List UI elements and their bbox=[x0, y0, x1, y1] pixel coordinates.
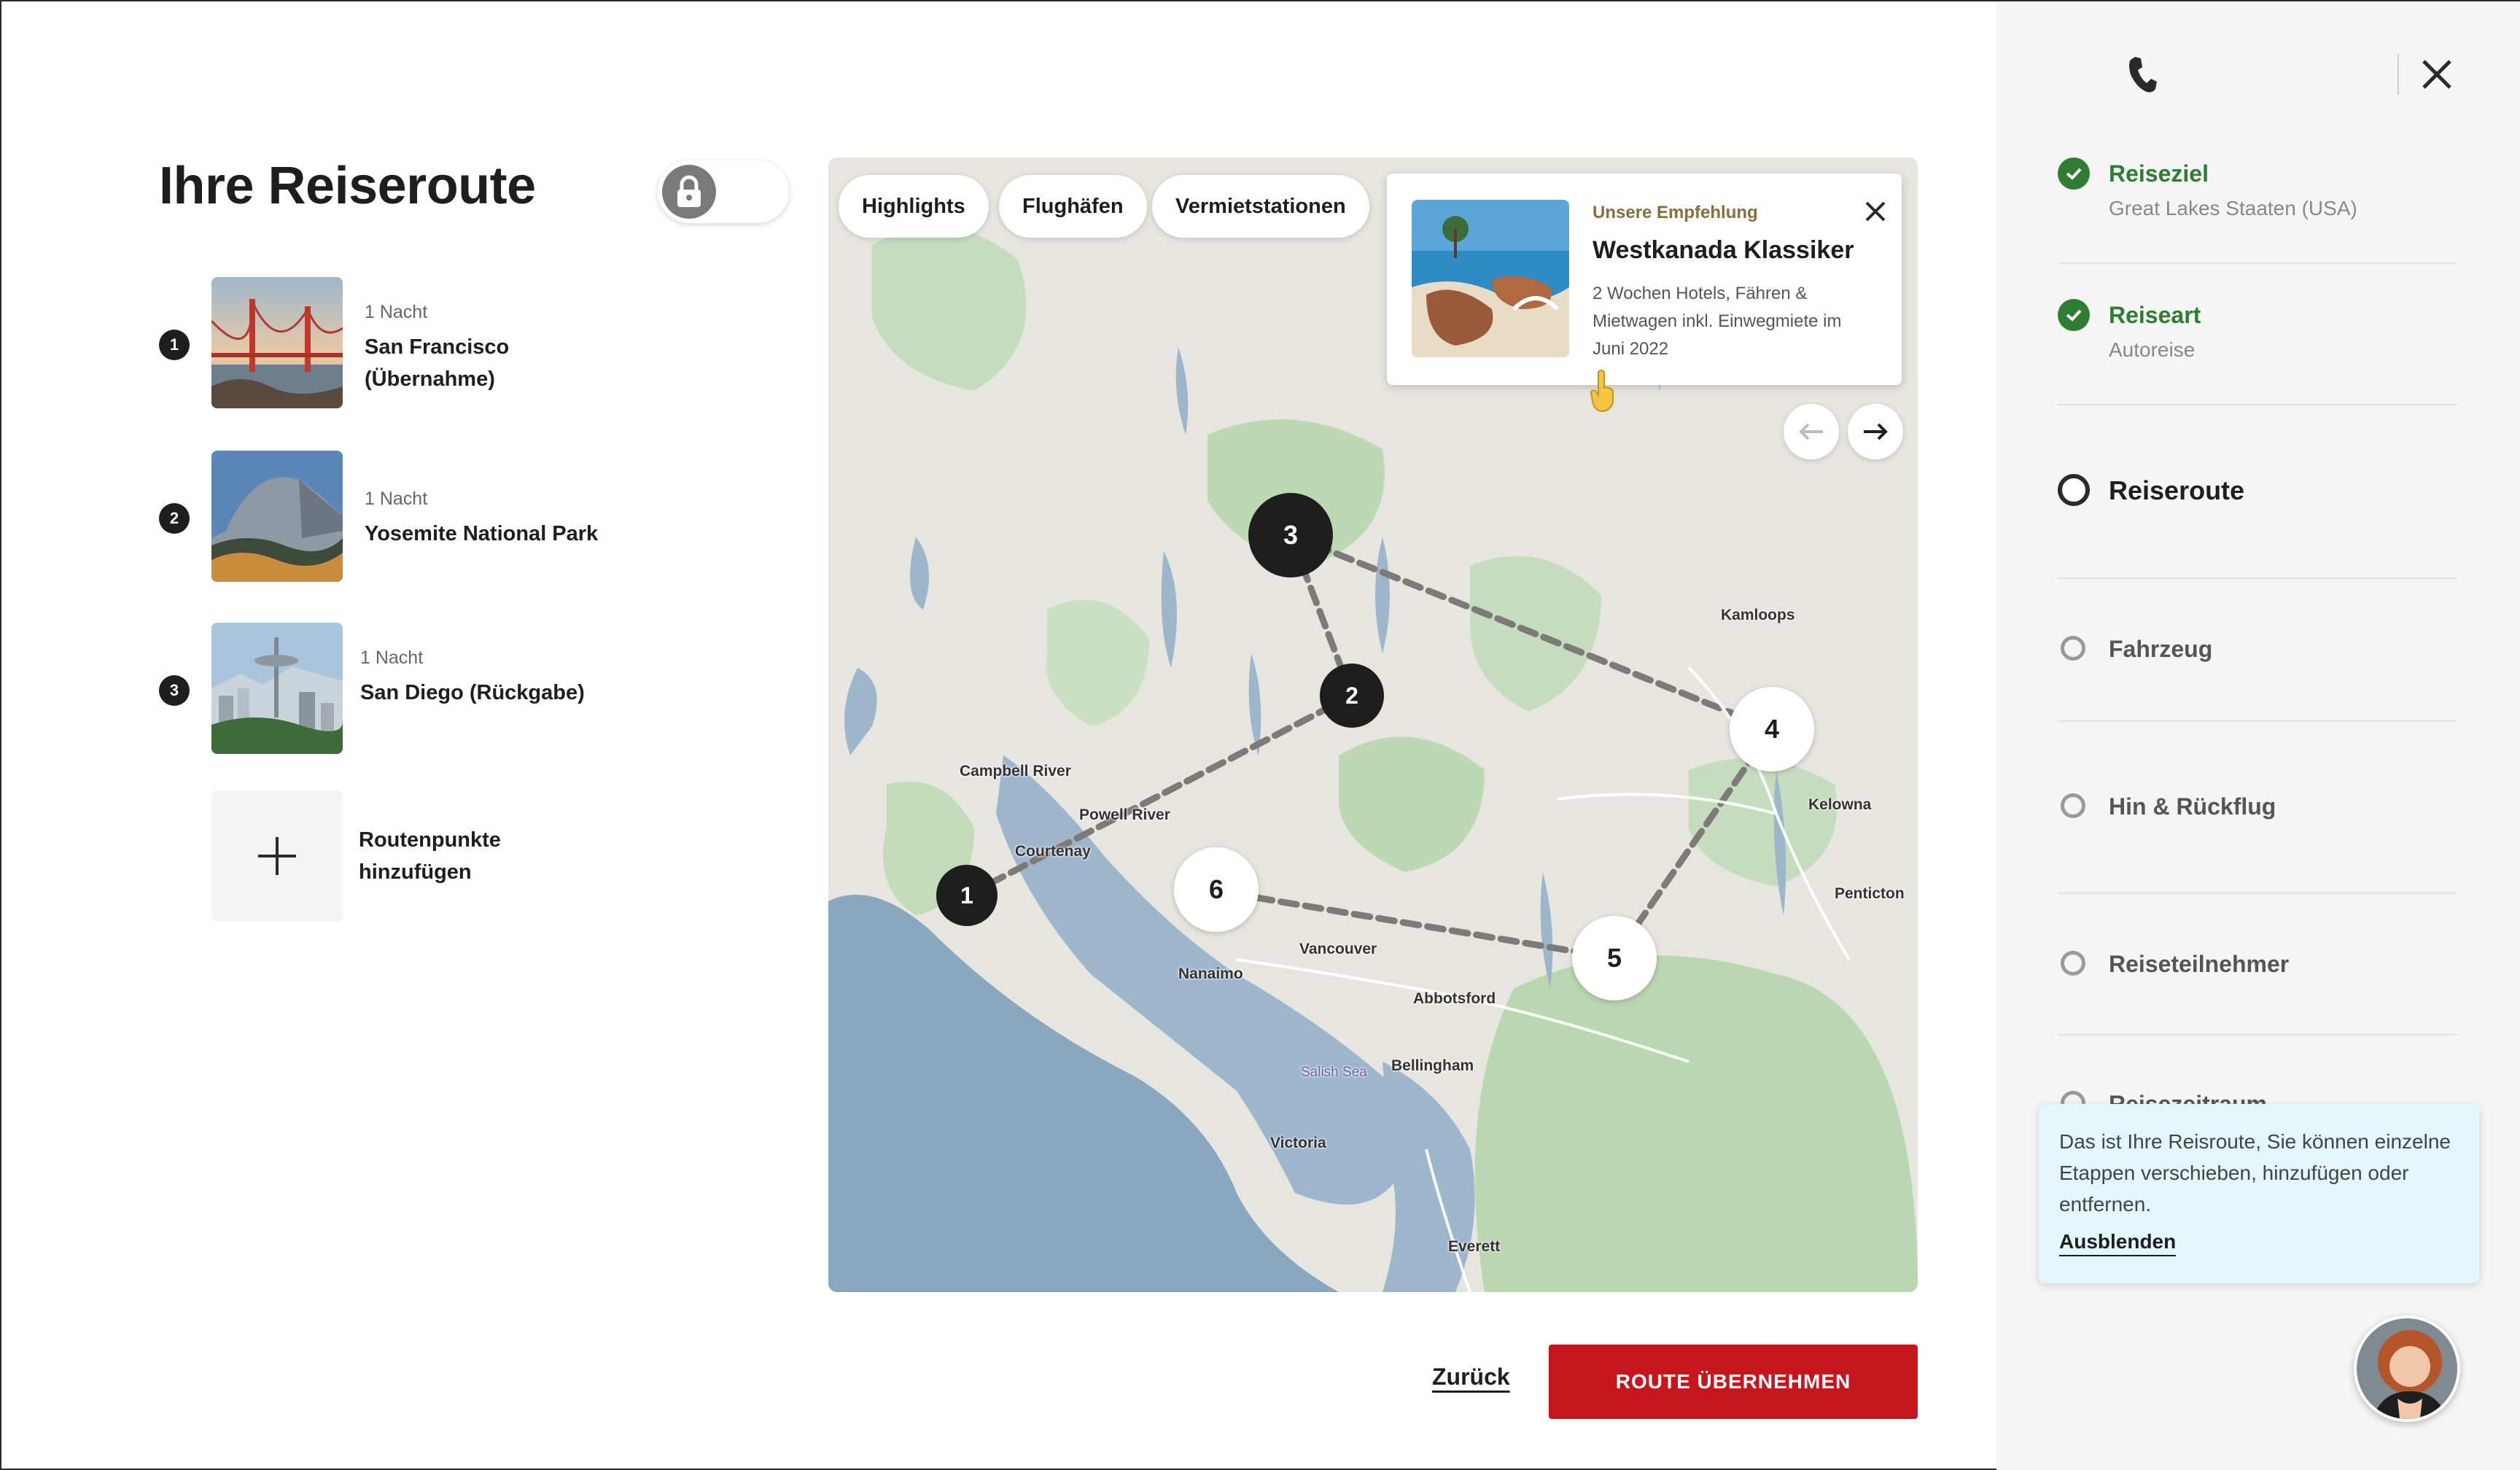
step-label: Hin & Rückflug bbox=[2109, 793, 2276, 820]
recommendation-description: 2 Wochen Hotels, Fähren & Mietwagen inkl… bbox=[1592, 284, 1842, 359]
map-prev-arrow-icon[interactable] bbox=[1784, 404, 1839, 459]
map-label-powell-river: Powell River bbox=[1079, 806, 1170, 823]
filter-rental-stations[interactable]: Vermietstationen bbox=[1152, 175, 1369, 238]
step-sub: Autoreise bbox=[2109, 338, 2196, 361]
map-marker-3[interactable]: 3 bbox=[1248, 493, 1333, 578]
step-label: Reiseziel bbox=[2109, 160, 2209, 187]
map-label-everett: Everett bbox=[1448, 1238, 1501, 1255]
current-step-icon bbox=[2058, 474, 2090, 506]
stop-thumbnail-half-dome bbox=[211, 451, 343, 582]
map-marker-2[interactable]: 2 bbox=[1320, 664, 1384, 728]
map-marker-1[interactable]: 1 bbox=[936, 865, 998, 926]
route-stop-3[interactable]: 3 1 Nacht San Diego (Rückgabe) bbox=[159, 623, 669, 754]
pending-step-icon bbox=[2061, 636, 2085, 661]
hide-tooltip-link[interactable]: Ausblenden bbox=[2059, 1230, 2177, 1256]
map-label-campbell-river: Campbell River bbox=[960, 763, 1071, 779]
back-link[interactable]: Zurück bbox=[1432, 1364, 1510, 1391]
close-icon[interactable] bbox=[2415, 52, 2459, 96]
stop-thumbnail-golden-gate bbox=[211, 277, 343, 408]
lock-icon bbox=[662, 165, 716, 219]
close-icon[interactable] bbox=[1859, 195, 1891, 228]
step-divider bbox=[2058, 720, 2457, 722]
check-icon bbox=[2058, 158, 2090, 190]
stop-thumbnail-space-needle bbox=[211, 623, 343, 754]
map-label-abbotsford: Abbotsford bbox=[1413, 990, 1496, 1007]
step-label: Reiseart bbox=[2109, 302, 2201, 328]
pending-step-icon bbox=[2061, 793, 2085, 818]
page-title: Ihre Reiseroute bbox=[159, 157, 536, 215]
step-divider bbox=[2058, 578, 2457, 579]
map-label-vancouver: Vancouver bbox=[1299, 941, 1377, 957]
map-label-courtenay: Courtenay bbox=[1015, 843, 1091, 860]
stop-name: Yosemite National Park bbox=[365, 522, 599, 545]
stop-nights: 1 Nacht bbox=[365, 489, 428, 509]
map-label-kelowna: Kelowna bbox=[1808, 796, 1872, 813]
add-route-point-button[interactable] bbox=[211, 790, 343, 922]
advisor-avatar[interactable] bbox=[2354, 1315, 2460, 1422]
stop-number-badge: 2 bbox=[159, 503, 190, 534]
phone-icon[interactable] bbox=[2122, 45, 2163, 104]
map-marker-4[interactable]: 4 bbox=[1730, 687, 1814, 771]
map-marker-5[interactable]: 5 bbox=[1572, 916, 1657, 1000]
plus-icon bbox=[258, 837, 296, 875]
app-frame: Ihre Reiseroute 1 1 Nacht San Francisco … bbox=[0, 0, 2520, 1470]
check-icon bbox=[2058, 299, 2090, 331]
map-label-nanaimo: Nanaimo bbox=[1178, 965, 1243, 982]
recommendation-card[interactable]: Unsere Empfehlung Westkanada Klassiker 2… bbox=[1387, 174, 1902, 385]
stop-nights: 1 Nacht bbox=[360, 648, 424, 668]
map-label-salish-sea: Salish Sea bbox=[1301, 1065, 1367, 1080]
map-next-arrow-icon[interactable] bbox=[1848, 404, 1903, 459]
stop-number-badge: 1 bbox=[159, 330, 190, 360]
route-stop-1[interactable]: 1 1 Nacht San Francisco (Übernahme) bbox=[159, 277, 669, 408]
step-sub: Great Lakes Staaten (USA) bbox=[2109, 197, 2357, 219]
map-label-victoria: Victoria bbox=[1270, 1135, 1326, 1151]
map-label-kamloops: Kamloops bbox=[1721, 607, 1795, 623]
pending-step-icon bbox=[2061, 951, 2085, 976]
hand-pointer-icon bbox=[1590, 370, 1614, 413]
filter-airports[interactable]: Flughäfen bbox=[999, 175, 1147, 238]
step-divider bbox=[2058, 1034, 2457, 1035]
step-divider bbox=[2058, 262, 2457, 264]
step-label: Fahrzeug bbox=[2109, 636, 2213, 662]
recommendation-kicker: Unsere Empfehlung bbox=[1592, 203, 1758, 222]
help-tooltip-text: Das ist Ihre Reisroute, Sie können einze… bbox=[2059, 1130, 2451, 1216]
help-tooltip: Das ist Ihre Reisroute, Sie können einze… bbox=[2039, 1104, 2479, 1283]
lock-toggle[interactable] bbox=[658, 160, 789, 223]
step-label: Reiseroute bbox=[2109, 475, 2245, 505]
map-label-bellingham: Bellingham bbox=[1391, 1057, 1474, 1074]
map-marker-6[interactable]: 6 bbox=[1174, 847, 1259, 932]
route-stop-2[interactable]: 2 1 Nacht Yosemite National Park bbox=[159, 451, 669, 582]
recommendation-image bbox=[1412, 200, 1569, 357]
stop-nights: 1 Nacht bbox=[365, 302, 428, 322]
step-divider bbox=[2058, 404, 2457, 405]
filter-highlights[interactable]: Highlights bbox=[839, 175, 989, 238]
map-label-penticton: Penticton bbox=[1835, 885, 1905, 902]
step-divider bbox=[2058, 892, 2457, 894]
route-map[interactable]: Highlights Flughäfen Vermietstationen Un… bbox=[828, 158, 1918, 1292]
stop-name: San Diego (Rückgabe) bbox=[360, 681, 585, 704]
step-label: Reiseteilnehmer bbox=[2109, 951, 2290, 977]
add-route-point-label[interactable]: Routenpunkte hinzufügen bbox=[359, 824, 534, 888]
stop-number-badge: 3 bbox=[159, 675, 190, 706]
stop-name: San Francisco (Übernahme) bbox=[365, 335, 510, 391]
header-divider bbox=[2398, 54, 2399, 95]
recommendation-title: Westkanada Klassiker bbox=[1592, 236, 1854, 264]
confirm-route-button[interactable]: ROUTE ÜBERNEHMEN bbox=[1549, 1345, 1918, 1419]
